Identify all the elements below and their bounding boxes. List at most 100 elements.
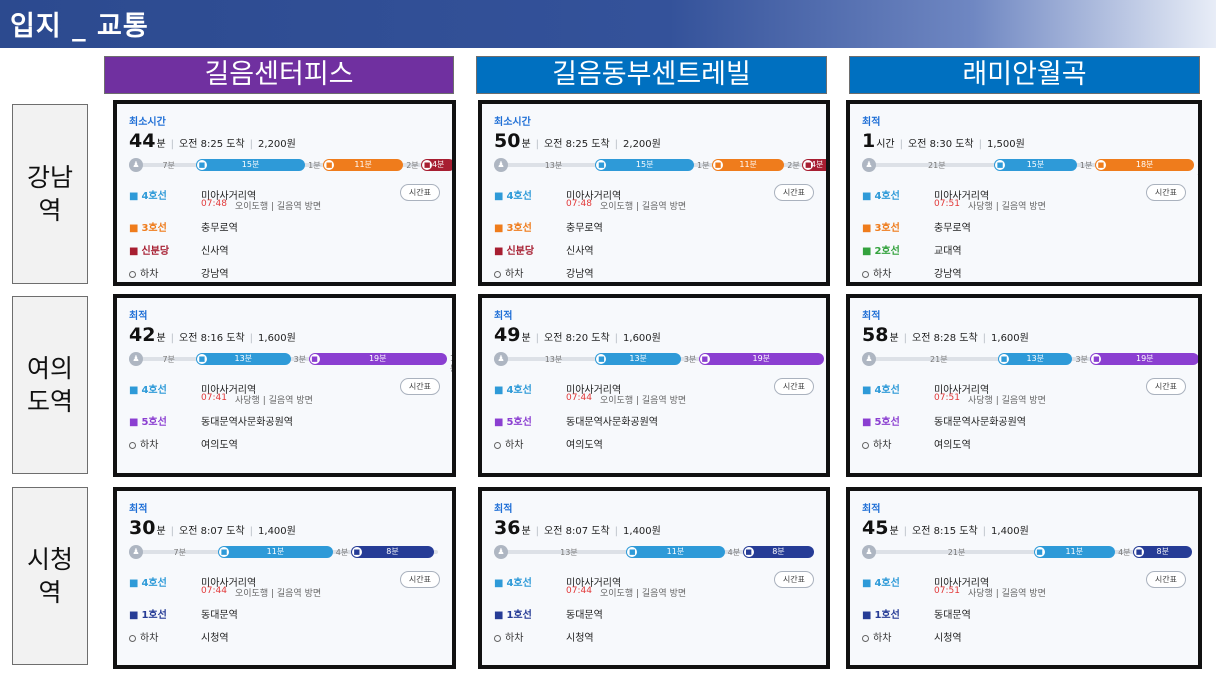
train-icon: ■ <box>1095 160 1106 170</box>
alight-step: 하차 시청역 <box>862 626 1188 646</box>
route-summary: 49 분 | 오전 8:20 도착 | 1,600원 <box>494 324 816 346</box>
walk-time: 21분 <box>928 161 946 170</box>
walk-time: 13분 <box>544 161 563 170</box>
transit-segment: ■ 13분 <box>998 353 1073 365</box>
fare: 1,400원 <box>623 526 661 537</box>
alight-step: 하차 여의도역 <box>129 433 442 453</box>
transit-segment: ■ 13분 <box>195 353 291 365</box>
station-name: 동대문역 <box>934 610 971 621</box>
total-time: 36 <box>494 517 521 539</box>
route-summary: 44 분 | 오전 8:25 도착 | 2,200원 <box>129 130 442 152</box>
station-name: 동대문역사문화공원역 <box>934 417 1026 428</box>
transfer-time: 1분 <box>697 161 710 170</box>
route-summary: 58 분 | 오전 8:28 도착 | 1,600원 <box>862 324 1188 346</box>
transit-segment: ■ 19분 <box>1090 353 1198 365</box>
route-card[interactable]: 최적42분|오전 8:16 도착|1,600원♟7분■13분3분■19분1분■4… <box>113 294 456 477</box>
alight-dot-icon <box>862 634 869 642</box>
separator: | <box>614 526 619 537</box>
route-summary: 42 분 | 오전 8:16 도착 | 1,600원 <box>129 324 442 346</box>
station-name: 강남역 <box>934 269 962 280</box>
route-badge: 최소시간 <box>129 117 166 128</box>
fare: 1,400원 <box>991 526 1029 537</box>
route-card[interactable]: 최적 30 분 | 오전 8:07 도착 | 1,400원 ♟ 7분 ■ 11분 4분 ■ 8분 ■ 4호선 미… <box>113 487 456 669</box>
departure-detail: 07:51 사당행 | 길음역 방면 <box>862 199 1188 213</box>
line-name: ■ 1호선 <box>862 606 900 621</box>
direction: 오이도행 | 길음역 방면 <box>600 589 687 599</box>
separator: | <box>978 139 983 150</box>
line-label: 5호선 <box>874 417 900 428</box>
walk-icon: ♟ <box>129 545 143 559</box>
route-card[interactable]: 최소시간 50 분 | 오전 8:25 도착 | 2,200원 ♟ 13분 ■ 15분 1분 ■ 11분 2… <box>478 100 830 286</box>
separator: | <box>899 139 904 150</box>
time-unit: 분 <box>156 139 166 150</box>
route-card[interactable]: 최적 45 분 | 오전 8:15 도착 | 1,400원 ♟ 21분 ■ 11분 4분 ■ 8분 ■ 4호선… <box>846 487 1202 669</box>
train-icon: ■ <box>1091 354 1102 364</box>
alight-step: 하차 여의도역 <box>494 433 816 453</box>
transit-step: ■ 5호선 동대문역사문화공원역 <box>129 410 442 430</box>
separator: | <box>249 333 254 344</box>
departure-time: 07:48 <box>201 199 227 209</box>
arrival-time: 오전 8:25 도착 <box>179 139 245 150</box>
walk-time: 21분 <box>947 548 966 557</box>
walk-time: 7분 <box>162 161 175 170</box>
transit-segment: ■ 8분 <box>1133 546 1193 558</box>
separator: | <box>982 333 987 344</box>
page-title: 입지 _ 교통 <box>10 11 149 42</box>
arrival-time: 오전 8:16 도착 <box>179 333 245 344</box>
time-unit: 분 <box>889 333 899 344</box>
transfer-time: 4분 <box>1118 548 1131 557</box>
separator: | <box>170 333 175 344</box>
route-segment-bar: ♟13분■15분1분■11분2분■4분3분 <box>494 158 826 172</box>
departure-detail: 07:41 사당행 | 길음역 방면 <box>129 393 442 407</box>
segment-minutes: 13분 <box>629 354 647 363</box>
train-icon: ■ <box>596 354 607 364</box>
segment-minutes: 11분 <box>666 547 685 556</box>
arrival-time: 오전 8:25 도착 <box>544 139 610 150</box>
route-card[interactable]: 최적1시간|오전 8:30 도착|1,500원♟21분■15분1분■18분2분■… <box>846 100 1202 286</box>
line-label: 하차 <box>140 633 159 644</box>
route-card[interactable]: 최적 36 분 | 오전 8:07 도착 | 1,400원 ♟ 13분 ■ 11분 4분 ■ 8분 ■ 4호선… <box>478 487 830 669</box>
line-name: 하차 <box>862 629 891 644</box>
walk-icon: ♟ <box>862 158 876 172</box>
transit-segment: ■ 4분 <box>802 159 826 171</box>
column-header: 길음동부센트레빌 <box>476 56 827 94</box>
station-name: 충무로역 <box>566 223 603 234</box>
transit-step: ■ 2호선 교대역 <box>862 239 1188 259</box>
line-name: 하차 <box>862 436 891 451</box>
route-badge: 최적 <box>129 311 148 322</box>
route-segment-bar: ♟7분■15분1분■11분2분■4분3분 <box>129 158 452 172</box>
total-time: 45 <box>862 517 889 539</box>
line-label: 하차 <box>873 440 892 451</box>
column-header: 길음센터피스 <box>104 56 454 94</box>
station-name: 충무로역 <box>934 223 971 234</box>
fare: 1,600원 <box>623 333 661 344</box>
route-segment-bar: ♟21분■15분1분■18분2분■2분 <box>862 158 1198 179</box>
walk-time: 7분 <box>173 548 186 557</box>
fare: 2,200원 <box>258 139 296 150</box>
route-summary: 1 시간 | 오전 8:30 도착 | 1,500원 <box>862 130 1188 152</box>
line-label: 하차 <box>140 440 159 451</box>
line-label: 하차 <box>505 269 524 280</box>
arrival-time: 오전 8:15 도착 <box>912 526 978 537</box>
route-card[interactable]: 최적49분|오전 8:20 도착|1,600원♟13분■13분3분■19분1분■… <box>478 294 830 477</box>
train-icon: ■ <box>999 354 1010 364</box>
segment-minutes: 4분 <box>431 160 445 169</box>
row-label: 여의도역 <box>12 296 88 474</box>
station-name: 동대문역 <box>566 610 603 621</box>
line-name: ■ 3호선 <box>129 219 167 234</box>
departure-detail: 07:44 오이도행 | 길음역 방면 <box>129 586 442 600</box>
train-icon: ■ <box>627 547 638 557</box>
segment-minutes: 8분 <box>1156 547 1169 556</box>
transfer-time: 3분 <box>683 355 697 364</box>
segment-minutes: 19분 <box>1136 354 1154 363</box>
total-time: 42 <box>129 324 156 346</box>
walk-icon: ♟ <box>494 545 508 559</box>
route-card[interactable]: 최소시간 44 분 | 오전 8:25 도착 | 2,200원 ♟ 7분 ■ 15분 1분 ■ 11분 2분… <box>113 100 456 286</box>
train-icon: ■ <box>995 160 1006 170</box>
line-name: 하차 <box>129 265 158 280</box>
route-card[interactable]: 최적58분|오전 8:28 도착|1,600원♟21분■13분3분■19분1분■… <box>846 294 1202 477</box>
walk-icon: ♟ <box>494 158 508 172</box>
alight-dot-icon <box>862 270 869 278</box>
total-time: 1 <box>862 130 876 152</box>
station-name: 신사역 <box>201 246 229 257</box>
